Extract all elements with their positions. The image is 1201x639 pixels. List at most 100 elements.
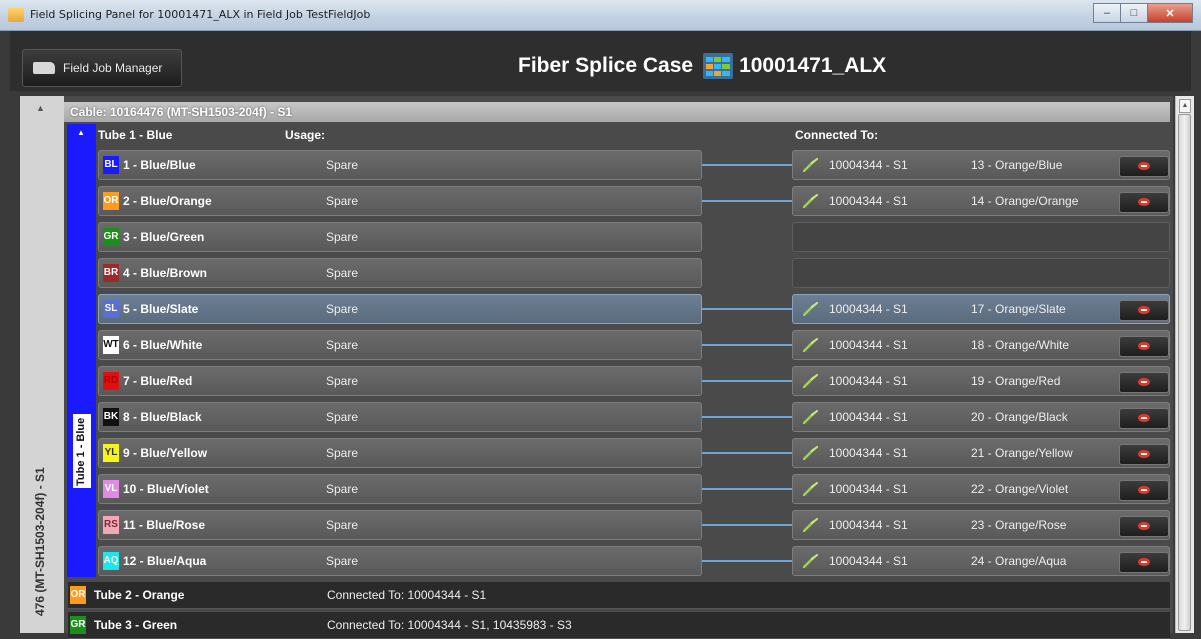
splice-connection-line [702, 164, 792, 166]
remove-connection-icon [1138, 342, 1150, 350]
connected-fiber-row[interactable] [792, 222, 1170, 252]
remove-connection-button[interactable] [1119, 336, 1169, 357]
fiber-usage: Spare [326, 338, 359, 352]
fiber-row[interactable]: GR 3 - Blue/Green Spare [98, 222, 702, 252]
splice-connection-line [702, 488, 792, 490]
field-job-manager-button[interactable]: Field Job Manager [22, 49, 182, 87]
fiber-usage: Spare [326, 518, 359, 532]
fiber-color-chip: RS [103, 516, 119, 534]
connected-fiber-row[interactable]: 10004344 - S1 20 - Orange/Black [792, 402, 1170, 432]
connected-fiber-name: 13 - Orange/Blue [971, 158, 1063, 172]
fiber-row[interactable]: BR 4 - Blue/Brown Spare [98, 258, 702, 288]
connected-cable-id: 10004344 - S1 [829, 374, 908, 388]
connected-fiber-row[interactable]: 10004344 - S1 17 - Orange/Slate [792, 294, 1170, 324]
fiber-row[interactable]: VL 10 - Blue/Violet Spare [98, 474, 702, 504]
splice-icon [802, 410, 819, 425]
tube-connected-to: Connected To: 10004344 - S1, 10435983 - … [327, 618, 572, 632]
splice-connection-line [702, 560, 792, 562]
splice-connection-line [702, 452, 792, 454]
fiber-usage: Spare [326, 374, 359, 388]
connected-fiber-row[interactable] [792, 258, 1170, 288]
connected-fiber-name: 23 - Orange/Rose [971, 518, 1067, 532]
splice-connection-line [702, 344, 792, 346]
splice-icon [802, 554, 819, 569]
window-title-bar: Field Splicing Panel for 10001471_ALX in… [0, 0, 1201, 31]
fiber-row[interactable]: OR 2 - Blue/Orange Spare [98, 186, 702, 216]
connected-fiber-row[interactable]: 10004344 - S1 24 - Orange/Aqua [792, 546, 1170, 576]
fiber-name: 10 - Blue/Violet [123, 482, 209, 496]
fiber-row[interactable]: AQ 12 - Blue/Aqua Spare [98, 546, 702, 576]
collapse-tube-icon[interactable]: ▲ [77, 128, 85, 137]
remove-connection-button[interactable] [1119, 516, 1169, 537]
connected-fiber-row[interactable]: 10004344 - S1 19 - Orange/Red [792, 366, 1170, 396]
fiber-row[interactable]: YL 9 - Blue/Yellow Spare [98, 438, 702, 468]
connected-fiber-row[interactable]: 10004344 - S1 18 - Orange/White [792, 330, 1170, 360]
splice-icon [802, 194, 819, 209]
tube-side-label: Tube 1 - Blue [75, 417, 87, 486]
vertical-scrollbar[interactable]: ▲ [1175, 96, 1194, 633]
fiber-usage: Spare [326, 482, 359, 496]
connected-cable-id: 10004344 - S1 [829, 446, 908, 460]
connected-fiber-row[interactable]: 10004344 - S1 13 - Orange/Blue [792, 150, 1170, 180]
connected-fiber-name: 21 - Orange/Yellow [971, 446, 1073, 460]
close-button[interactable]: ✕ [1147, 3, 1193, 23]
cable-side-label: 476 (MT-SH1503-204f) - S1 [33, 467, 47, 616]
splice-connection-line [702, 416, 792, 418]
cable-header[interactable]: Cable: 10164476 (MT-SH1503-204f) - S1 [64, 102, 1170, 122]
remove-connection-button[interactable] [1119, 552, 1169, 573]
remove-connection-button[interactable] [1119, 300, 1169, 321]
tube-row[interactable]: GR Tube 3 - Green Connected To: 10004344 -… [68, 612, 1170, 639]
cable-side-strip[interactable]: ▲ 476 (MT-SH1503-204f) - S1 [20, 96, 64, 633]
connected-fiber-row[interactable]: 10004344 - S1 14 - Orange/Orange [792, 186, 1170, 216]
remove-connection-icon [1138, 522, 1150, 530]
minimize-button[interactable]: – [1093, 3, 1121, 23]
remove-connection-icon [1138, 450, 1150, 458]
fiber-row[interactable]: BL 1 - Blue/Blue Spare [98, 150, 702, 180]
tube-1-strip[interactable]: ▲ Tube 1 - Blue [67, 124, 96, 577]
remove-connection-button[interactable] [1119, 444, 1169, 465]
fiber-name: 9 - Blue/Yellow [123, 446, 208, 460]
fiber-row[interactable]: SL 5 - Blue/Slate Spare [98, 294, 702, 324]
remove-connection-button[interactable] [1119, 480, 1169, 501]
fiber-row[interactable]: RD 7 - Blue/Red Spare [98, 366, 702, 396]
field-job-manager-label: Field Job Manager [63, 61, 163, 75]
fiber-color-chip: SL [103, 300, 119, 318]
remove-connection-button[interactable] [1119, 372, 1169, 393]
splice-case-icon [701, 49, 735, 83]
connected-fiber-row[interactable]: 10004344 - S1 22 - Orange/Violet [792, 474, 1170, 504]
fiber-color-chip: AQ [103, 552, 119, 570]
maximize-button[interactable]: □ [1120, 3, 1148, 23]
splice-icon [802, 482, 819, 497]
remove-connection-button[interactable] [1119, 192, 1169, 213]
remove-connection-icon [1138, 558, 1150, 566]
connected-fiber-row[interactable]: 10004344 - S1 21 - Orange/Yellow [792, 438, 1170, 468]
splice-connection-line [702, 380, 792, 382]
fiber-name: 2 - Blue/Orange [123, 194, 212, 208]
fiber-usage: Spare [326, 554, 359, 568]
title-prefix: Fiber Splice Case [518, 54, 694, 77]
fiber-color-chip: OR [103, 192, 119, 210]
fiber-color-chip: VL [103, 480, 119, 498]
tube-row[interactable]: OR Tube 2 - Orange Connected To: 10004344 … [68, 582, 1170, 609]
fiber-color-chip: WT [103, 336, 119, 354]
app-icon [8, 8, 24, 22]
fiber-row[interactable]: WT 6 - Blue/White Spare [98, 330, 702, 360]
splice-icon [802, 518, 819, 533]
fiber-color-chip: GR [103, 228, 119, 246]
remove-connection-button[interactable] [1119, 408, 1169, 429]
fiber-usage: Spare [326, 302, 359, 316]
connected-fiber-name: 17 - Orange/Slate [971, 302, 1066, 316]
fiber-usage: Spare [326, 410, 359, 424]
fiber-row[interactable]: RS 11 - Blue/Rose Spare [98, 510, 702, 540]
tube-name: Tube 2 - Orange [94, 588, 185, 602]
splice-connection-line [702, 200, 792, 202]
scroll-up-icon[interactable]: ▲ [1179, 99, 1191, 113]
collapse-cable-icon[interactable]: ▲ [36, 103, 45, 113]
remove-connection-button[interactable] [1119, 156, 1169, 177]
fiber-row[interactable]: BK 8 - Blue/Black Spare [98, 402, 702, 432]
scroll-thumb[interactable] [1178, 114, 1191, 631]
tube-column-header: Tube 1 - Blue [98, 128, 173, 142]
connected-fiber-row[interactable]: 10004344 - S1 23 - Orange/Rose [792, 510, 1170, 540]
fiber-color-chip: BL [103, 156, 119, 174]
fiber-usage: Spare [326, 266, 359, 280]
